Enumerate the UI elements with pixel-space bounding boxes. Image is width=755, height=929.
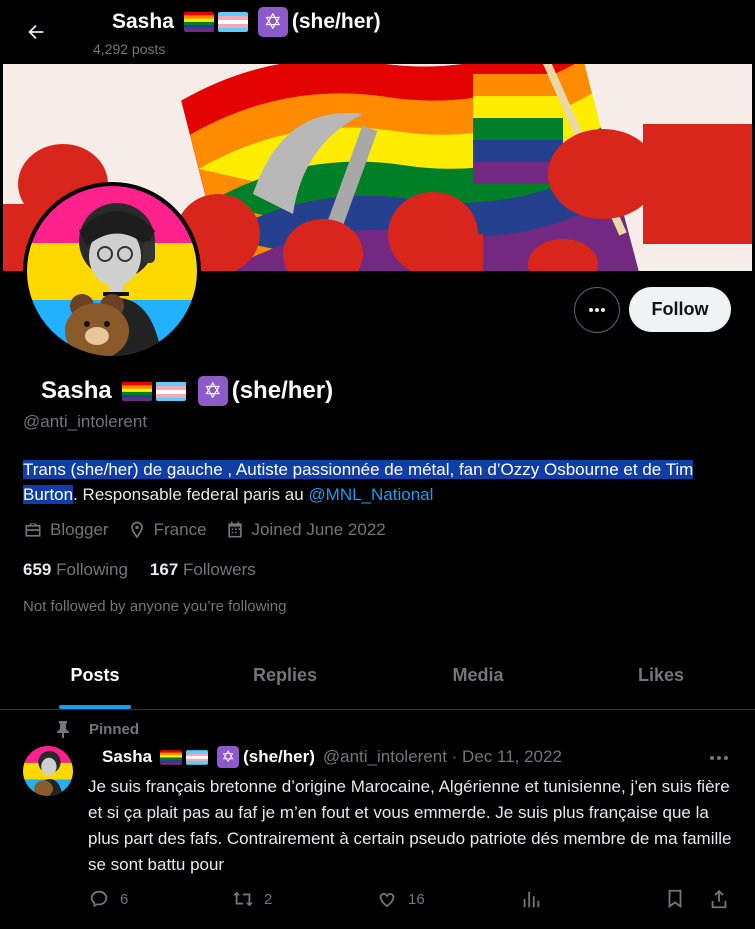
back-button[interactable] bbox=[16, 12, 56, 52]
follow-button[interactable]: Follow bbox=[629, 287, 731, 332]
following-count: 659 bbox=[23, 560, 52, 579]
trans-flag-icon bbox=[217, 12, 248, 32]
active-tab-indicator bbox=[59, 705, 131, 709]
share-icon bbox=[711, 889, 727, 909]
profession-label: Blogger bbox=[50, 520, 109, 539]
bookmark-button[interactable] bbox=[664, 888, 686, 910]
not-followed-note: Not followed by anyone you’re following bbox=[23, 598, 287, 615]
location-item: France bbox=[127, 520, 207, 540]
star-of-david-icon: ✡ bbox=[197, 376, 228, 406]
display-name: Sasha ✡ (she/her) bbox=[41, 376, 333, 406]
profile-handle: @anti_intolerent bbox=[23, 412, 148, 431]
avatar-image bbox=[23, 746, 73, 796]
joined-item: Joined June 2022 bbox=[225, 520, 386, 540]
header-name: Sasha bbox=[112, 10, 174, 33]
more-horizontal-icon bbox=[589, 308, 605, 312]
pinned-indicator: Pinned bbox=[55, 720, 139, 738]
rainbow-flag-icon bbox=[121, 381, 152, 401]
tweet-author-name[interactable]: Sasha bbox=[102, 747, 152, 767]
header-pronouns: (she/her) bbox=[291, 10, 381, 33]
analytics-icon bbox=[523, 891, 540, 908]
bookmark-icon bbox=[668, 889, 682, 909]
retweet-count: 2 bbox=[264, 890, 273, 908]
trans-flag-icon bbox=[155, 381, 186, 401]
header-title: Sasha ✡ (she/her) bbox=[112, 7, 381, 37]
retweet-button[interactable]: 2 bbox=[232, 888, 272, 910]
tab-posts[interactable]: Posts bbox=[0, 642, 190, 709]
pin-icon bbox=[57, 721, 69, 738]
tab-media[interactable]: Media bbox=[380, 642, 576, 709]
tweet-avatar[interactable] bbox=[23, 746, 73, 796]
profile-pronouns: (she/her) bbox=[231, 377, 334, 404]
profile-name: Sasha bbox=[41, 377, 112, 404]
followers-link[interactable]: 167 Followers bbox=[150, 560, 256, 580]
star-of-david-icon: ✡ bbox=[217, 746, 240, 768]
following-label: Following bbox=[56, 560, 128, 579]
tweet-header: Sasha ✡ (she/her) @anti_intolerent · Dec… bbox=[102, 746, 562, 768]
tab-label: Likes bbox=[637, 665, 685, 685]
tab-likes[interactable]: Likes bbox=[576, 642, 746, 709]
followers-count: 167 bbox=[149, 560, 179, 579]
followers-label: Followers bbox=[183, 560, 256, 579]
avatar-image bbox=[27, 186, 197, 356]
following-link[interactable]: 659 Following bbox=[23, 560, 128, 580]
profession-item: Blogger bbox=[23, 520, 109, 540]
joined-label: Joined June 2022 bbox=[251, 520, 386, 539]
arrow-left-icon bbox=[28, 24, 44, 40]
rainbow-flag-icon bbox=[160, 749, 183, 765]
tweet-more-button[interactable] bbox=[702, 745, 736, 771]
location-pin-icon bbox=[130, 521, 143, 539]
posts-count: 4,292 posts bbox=[93, 41, 166, 57]
bio-mention-link[interactable]: @MNL_National bbox=[308, 485, 433, 504]
trans-flag-icon bbox=[186, 749, 209, 765]
profile-meta: Blogger France Joined June 2022 bbox=[23, 520, 386, 540]
views-button[interactable] bbox=[520, 888, 542, 910]
location-label: France bbox=[153, 520, 207, 539]
calendar-icon bbox=[227, 521, 242, 538]
retweet-icon bbox=[232, 891, 254, 907]
profile-bio: Trans (she/her) de gauche , Autiste pass… bbox=[23, 457, 733, 507]
profile-tabs: Posts Replies Media Likes bbox=[0, 642, 755, 710]
profile-avatar[interactable] bbox=[23, 182, 201, 360]
reply-button[interactable]: 6 bbox=[88, 888, 128, 910]
share-button[interactable] bbox=[708, 888, 730, 910]
reply-icon bbox=[90, 890, 108, 908]
rainbow-flag-icon bbox=[183, 12, 214, 32]
pinned-label: Pinned bbox=[89, 720, 140, 738]
heart-icon bbox=[379, 893, 395, 908]
tweet-handle-date[interactable]: @anti_intolerent · Dec 11, 2022 bbox=[323, 747, 562, 767]
tab-label: Posts bbox=[70, 665, 120, 685]
bio-text: . Responsable federal paris au bbox=[73, 485, 309, 504]
tab-label: Replies bbox=[252, 665, 318, 685]
tweet-author-pronouns: (she/her) bbox=[243, 747, 315, 766]
tweet-text: Je suis français bretonne d’origine Maro… bbox=[88, 777, 732, 874]
follow-counts: 659 Following 167 Followers bbox=[23, 560, 256, 580]
briefcase-icon bbox=[25, 523, 41, 537]
tweet-actions: 6 2 16 bbox=[88, 888, 733, 914]
star-of-david-icon: ✡ bbox=[257, 7, 288, 37]
more-horizontal-icon bbox=[710, 756, 728, 760]
reply-count: 6 bbox=[120, 890, 129, 908]
tab-replies[interactable]: Replies bbox=[190, 642, 380, 709]
like-count: 16 bbox=[408, 890, 425, 908]
profile-header-bar: Sasha ✡ (she/her) 4,292 posts bbox=[0, 0, 755, 64]
tab-label: Media bbox=[452, 665, 504, 685]
like-button[interactable]: 16 bbox=[376, 888, 425, 910]
more-options-button[interactable] bbox=[574, 287, 620, 333]
